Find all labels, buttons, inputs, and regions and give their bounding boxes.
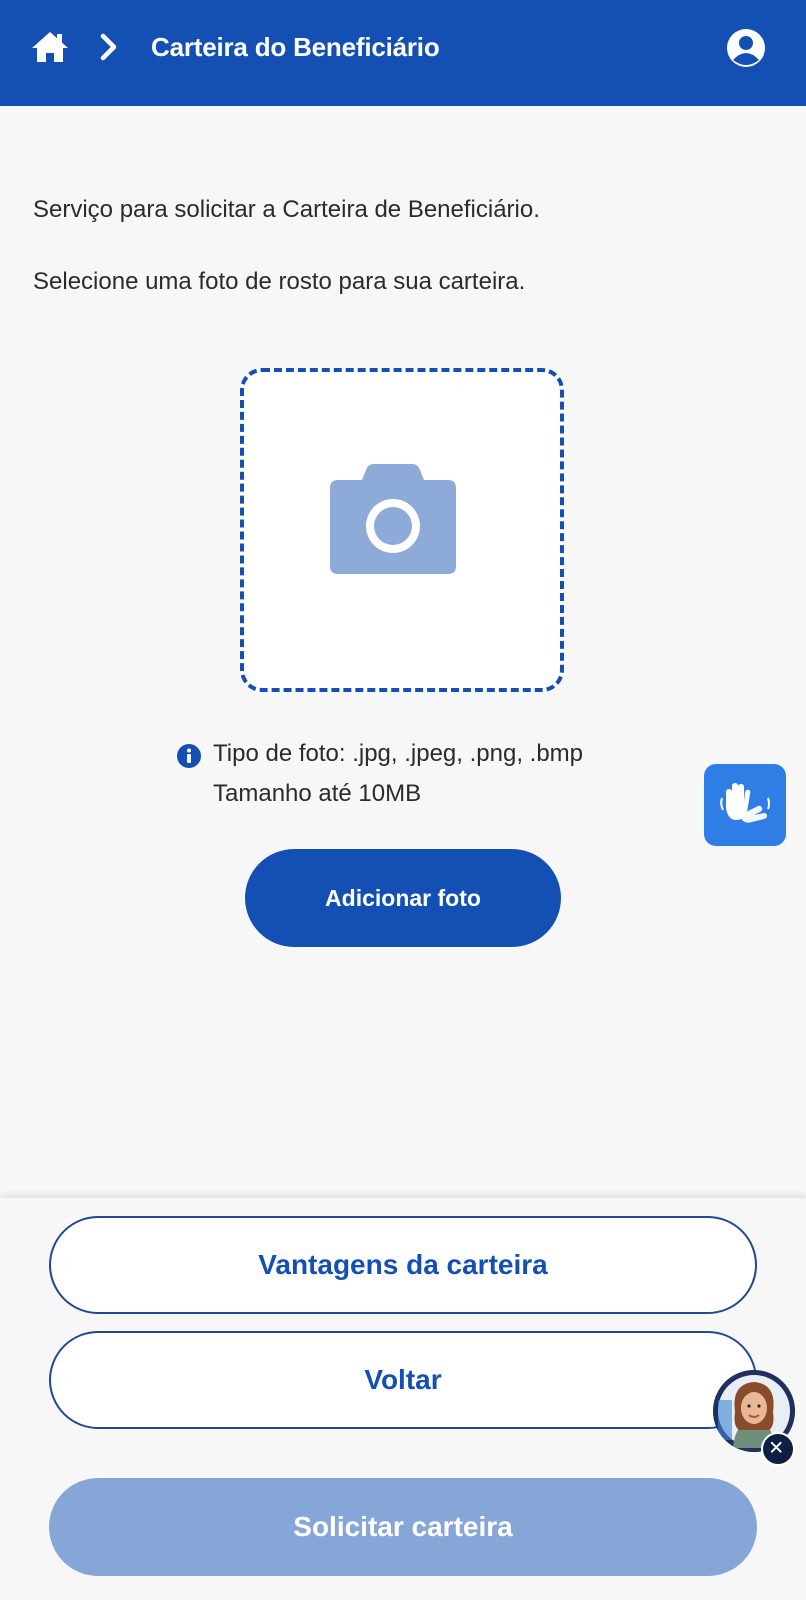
home-icon[interactable] (30, 30, 70, 64)
photo-type-info: Tipo de foto: .jpg, .jpeg, .png, .bmp (213, 740, 584, 767)
photo-size-info: Tamanho até 10MB (213, 780, 422, 807)
bottom-action-panel: Vantagens da carteira Voltar Solicitar c… (0, 1198, 806, 1600)
page-title: Carteira do Beneficiário (151, 32, 440, 62)
sign-language-hands-icon (720, 783, 770, 823)
add-photo-button[interactable]: Adicionar foto (245, 849, 561, 947)
close-assistant-button[interactable] (761, 1432, 795, 1466)
card-benefits-button[interactable]: Vantagens da carteira (49, 1216, 757, 1314)
app-header: Carteira do Beneficiário (0, 0, 806, 106)
info-icon (177, 744, 201, 768)
photo-upload-area[interactable] (240, 368, 564, 692)
chevron-right-icon (100, 33, 117, 61)
close-icon (770, 1441, 782, 1453)
back-button[interactable]: Voltar (49, 1331, 757, 1429)
photo-instruction: Selecione uma foto de rosto para sua car… (33, 268, 526, 295)
user-circle-icon[interactable] (726, 28, 766, 68)
service-description: Serviço para solicitar a Carteira de Ben… (33, 196, 540, 223)
sign-language-button[interactable] (704, 764, 786, 846)
camera-icon (330, 464, 456, 574)
request-card-button[interactable]: Solicitar carteira (49, 1478, 757, 1576)
